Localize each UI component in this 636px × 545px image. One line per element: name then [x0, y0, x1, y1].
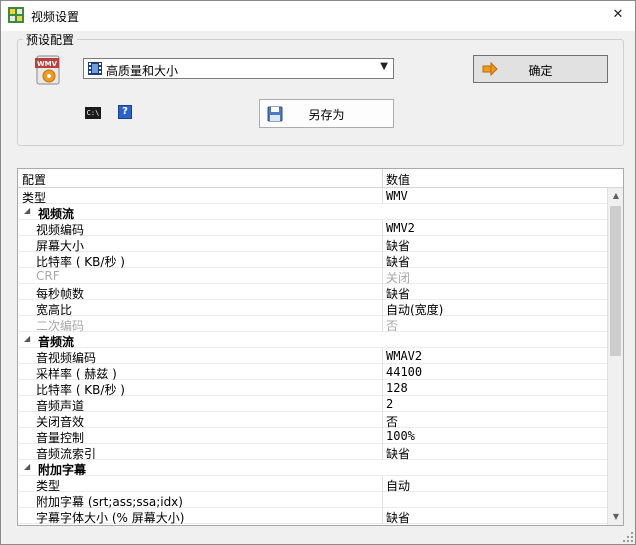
column-divider[interactable] — [382, 169, 383, 188]
property-value[interactable]: 100% — [386, 429, 415, 443]
property-value[interactable]: WMV — [386, 189, 408, 203]
property-rows: 类型 WMV ◢ 视频流 视频编码 WMV2 屏幕大小 缺省 比特率 ( KB/秒 ) 缺省 CRF… — [18, 188, 607, 525]
property-row[interactable]: 音频声道 2 — [18, 396, 607, 413]
property-row[interactable]: 宽高比 自动(宽度) — [18, 300, 607, 317]
property-value[interactable]: WMAV2 — [386, 349, 422, 363]
property-name: 字幕字体大小 (% 屏幕大小) — [36, 511, 185, 525]
property-row[interactable]: 附加字幕 (srt;ass;ssa;idx) — [18, 492, 607, 509]
property-row[interactable]: 类型 WMV — [18, 188, 607, 205]
wmv-icon-badge: WMV — [37, 60, 58, 68]
ok-button-label: 确定 — [528, 64, 553, 78]
property-row[interactable]: 音视频编码 WMAV2 — [18, 348, 607, 365]
cell-divider — [382, 284, 383, 300]
cell-divider — [382, 428, 383, 444]
property-name: CRF — [36, 269, 60, 283]
window-title: 视频设置 — [31, 10, 80, 24]
vertical-scrollbar[interactable]: ▲ ▼ — [607, 188, 623, 525]
cell-divider — [382, 188, 383, 204]
wmv-format-icon: WMV — [35, 55, 60, 85]
command-line-icon[interactable]: C:\ — [85, 107, 101, 119]
cell-divider — [382, 252, 383, 268]
close-button[interactable]: ✕ — [607, 5, 629, 25]
cell-divider — [382, 348, 383, 364]
cell-divider — [382, 412, 383, 428]
cell-divider — [382, 476, 383, 492]
grid-header: 配置 数值 — [18, 169, 623, 188]
video-settings-window: 视频设置 ✕ 预设配置 WMV 高质量和大小 ▼ 确定 C:\ ? 另存为 配置… — [0, 0, 636, 545]
cell-divider — [382, 444, 383, 460]
category-row[interactable]: ◢ 视频流 — [18, 204, 607, 221]
cell-divider — [382, 220, 383, 236]
collapse-toggle-icon[interactable]: ◢ — [24, 206, 30, 215]
save-as-button[interactable]: 另存为 — [259, 99, 394, 128]
preset-dropdown-value: 高质量和大小 — [106, 64, 179, 78]
app-icon — [8, 7, 24, 23]
preset-dropdown[interactable]: 高质量和大小 ▼ — [83, 58, 394, 79]
preset-group-label: 预设配置 — [23, 31, 78, 48]
property-row[interactable]: 采样率 ( 赫兹 ) 44100 — [18, 364, 607, 381]
property-row[interactable]: 视频编码 WMV2 — [18, 220, 607, 237]
property-row[interactable]: 音频流索引 缺省 — [18, 444, 607, 461]
collapse-toggle-icon[interactable]: ◢ — [24, 462, 30, 471]
cell-divider — [382, 396, 383, 412]
property-row[interactable]: 二次编码否 — [18, 316, 607, 333]
property-value[interactable]: 缺省 — [386, 509, 410, 525]
property-row[interactable]: CRF 关闭 — [18, 268, 607, 285]
property-row[interactable]: 每秒帧数 缺省 — [18, 284, 607, 301]
property-row[interactable]: 关闭音效否 — [18, 412, 607, 429]
dropdown-arrow-icon[interactable]: ▼ — [380, 61, 388, 72]
scroll-down-icon[interactable]: ▼ — [608, 509, 623, 525]
ok-button[interactable]: 确定 — [473, 55, 608, 83]
resize-grip-icon[interactable] — [623, 532, 633, 542]
cell-divider — [382, 316, 383, 332]
cell-divider — [382, 364, 383, 380]
property-row[interactable]: 类型 自动 — [18, 476, 607, 493]
scroll-up-icon[interactable]: ▲ — [608, 188, 623, 204]
property-value[interactable]: 44100 — [386, 365, 422, 379]
property-row[interactable]: 比特率 ( KB/秒 ) 缺省 — [18, 252, 607, 269]
property-value[interactable]: WMV2 — [386, 221, 415, 235]
property-grid: 配置 数值 类型 WMV ◢ 视频流 视频编码 WMV2 屏幕大小 缺省 比特率 ( KB/秒 … — [17, 168, 624, 526]
property-row[interactable]: 屏幕大小 缺省 — [18, 236, 607, 253]
cell-divider — [382, 300, 383, 316]
title-bar[interactable]: 视频设置 ✕ — [1, 1, 635, 31]
cell-divider — [382, 380, 383, 396]
film-icon — [88, 62, 102, 75]
property-row[interactable]: 字幕字体大小 (% 屏幕大小) 缺省 — [18, 508, 607, 525]
cell-divider — [382, 508, 383, 524]
scrollbar-thumb[interactable] — [610, 206, 621, 356]
help-icon[interactable]: ? — [118, 105, 132, 119]
cell-divider — [382, 492, 383, 508]
property-row[interactable]: 比特率 ( KB/秒 ) 128 — [18, 380, 607, 397]
cell-divider — [382, 268, 383, 284]
save-as-button-label: 另存为 — [308, 108, 345, 122]
collapse-toggle-icon[interactable]: ◢ — [24, 334, 30, 343]
category-row[interactable]: ◢ 附加字幕 — [18, 460, 607, 477]
column-header-value[interactable]: 数值 — [386, 171, 410, 188]
column-header-config[interactable]: 配置 — [22, 171, 46, 188]
property-value[interactable]: 128 — [386, 381, 408, 395]
category-row[interactable]: ◢ 音频流 — [18, 332, 607, 349]
property-row[interactable]: 音量控制 100% — [18, 428, 607, 445]
property-value[interactable]: 2 — [386, 397, 393, 411]
cell-divider — [382, 236, 383, 252]
